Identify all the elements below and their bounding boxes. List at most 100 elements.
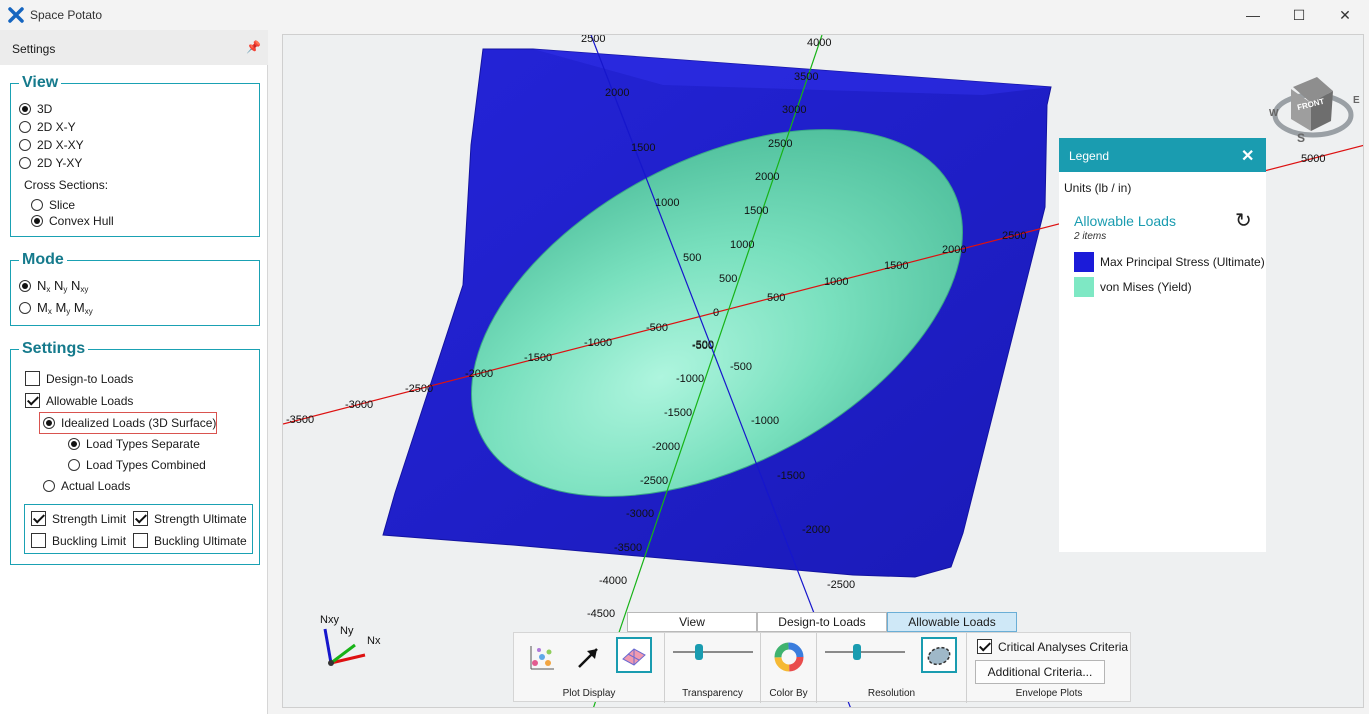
load-types-separate-radio[interactable]: Load Types Separate: [68, 437, 200, 451]
tab-allowable-loads[interactable]: Allowable Loads: [887, 612, 1017, 632]
radio-icon[interactable]: [19, 302, 31, 314]
legend-item[interactable]: von Mises (Yield): [1074, 277, 1192, 297]
design-to-loads-checkbox[interactable]: Design-to Loads: [25, 371, 133, 386]
transparency-slider-thumb[interactable]: [695, 644, 703, 660]
view-group: View 3D 2D X-Y 2D X-XY 2D Y-XY Cross Sec…: [10, 74, 260, 237]
view-option-2d-x-xy[interactable]: 2D X-XY: [19, 138, 84, 152]
radio-icon[interactable]: [43, 417, 55, 429]
cross-section-convex-hull[interactable]: Convex Hull: [31, 214, 114, 228]
view-option-label: 2D X-XY: [37, 138, 84, 152]
envelope-plots-label: Envelope Plots: [1015, 688, 1083, 699]
ny-tick-label: -4000: [599, 575, 628, 587]
checkbox-label: Allowable Loads: [46, 393, 134, 408]
view-option-3d[interactable]: 3D: [19, 102, 52, 116]
mode-option-label: Mx My Mxy: [37, 300, 93, 316]
vector-arrow-icon[interactable]: [570, 639, 606, 675]
transparency-label: Transparency: [682, 688, 743, 699]
toolbar-tabs: View Design-to Loads Allowable Loads: [627, 612, 1017, 632]
mode-option-label: Nx Ny Nxy: [37, 278, 89, 294]
settings-panel-header: Settings 📌: [0, 30, 268, 65]
nxy-tick-label: -2000: [802, 524, 831, 536]
view-option-2d-x-y[interactable]: 2D X-Y: [19, 120, 76, 134]
ny-tick-label: 3500: [794, 71, 819, 83]
ny-tick-label: 1000: [730, 239, 755, 251]
checkbox-label: Buckling Limit: [52, 533, 127, 548]
allowable-loads-checkbox[interactable]: Allowable Loads: [25, 393, 133, 408]
minimize-button[interactable]: —: [1230, 0, 1276, 30]
resolution-slider-thumb[interactable]: [853, 644, 861, 660]
view-cube-e-label: E: [1353, 95, 1360, 106]
envelope-shape-icon[interactable]: [921, 637, 957, 673]
nxy-tick-label: -1500: [777, 470, 806, 482]
idealized-loads-radio[interactable]: Idealized Loads (3D Surface): [43, 416, 216, 430]
nx-tick-label: 5000: [1301, 153, 1326, 165]
additional-criteria-button[interactable]: Additional Criteria...: [975, 660, 1105, 684]
legend-units: Units (lb / in): [1064, 181, 1132, 195]
radio-label: Load Types Separate: [86, 437, 200, 451]
ny-tick-label: -1000: [676, 373, 705, 385]
ny-tick-label: -1500: [664, 407, 693, 419]
buckling-ultimate-checkbox[interactable]: Buckling Ultimate: [133, 533, 247, 548]
legend-close-icon[interactable]: ✕: [1241, 146, 1254, 166]
nx-tick-label: 1500: [884, 260, 909, 272]
checkbox-label: Design-to Loads: [46, 371, 134, 386]
radio-icon[interactable]: [19, 103, 31, 115]
radio-icon[interactable]: [19, 139, 31, 151]
title-bar: Space Potato — ☐ ✕: [0, 0, 1369, 30]
view-group-title: View: [19, 74, 62, 92]
radio-icon[interactable]: [31, 199, 43, 211]
radio-icon[interactable]: [19, 280, 31, 292]
scatter-plot-icon[interactable]: [524, 639, 560, 675]
view-option-2d-y-xy[interactable]: 2D Y-XY: [19, 156, 82, 170]
pin-icon[interactable]: 📌: [246, 40, 261, 54]
tab-design-to-loads[interactable]: Design-to Loads: [757, 612, 887, 632]
plot-display-section: Plot Display: [514, 633, 665, 703]
color-wheel-icon[interactable]: [771, 639, 807, 675]
mode-option-m[interactable]: Mx My Mxy: [19, 300, 93, 316]
cross-section-label: Slice: [49, 198, 76, 212]
checkbox-label: Buckling Ultimate: [154, 533, 247, 548]
ny-tick-label: 2500: [768, 138, 793, 150]
checkbox-icon[interactable]: [133, 533, 148, 548]
radio-label: Actual Loads: [61, 479, 131, 493]
radio-icon[interactable]: [68, 438, 80, 450]
radio-icon[interactable]: [68, 459, 80, 471]
checkbox-icon[interactable]: [25, 371, 40, 386]
strength-limit-checkbox[interactable]: Strength Limit: [31, 511, 126, 526]
refresh-icon[interactable]: ↻: [1235, 208, 1252, 233]
legend-swatch: [1074, 277, 1094, 297]
view-option-label: 2D Y-XY: [37, 156, 83, 170]
checkbox-icon[interactable]: [31, 511, 46, 526]
color-by-label: Color By: [769, 688, 808, 699]
cross-section-slice[interactable]: Slice: [31, 198, 75, 212]
cross-sections-label: Cross Sections:: [24, 178, 109, 192]
checkbox-icon[interactable]: [25, 393, 40, 408]
settings-panel-title: Settings: [12, 42, 56, 56]
nxy-tick-label: -1000: [751, 415, 780, 427]
ny-tick-label: 3000: [782, 104, 807, 116]
checkbox-icon[interactable]: [133, 511, 148, 526]
tab-view[interactable]: View: [627, 612, 757, 632]
load-types-combined-radio[interactable]: Load Types Combined: [68, 458, 206, 472]
triad-z-label: Nxy: [320, 614, 339, 626]
mode-option-n[interactable]: Nx Ny Nxy: [19, 278, 88, 294]
close-window-button[interactable]: ✕: [1322, 0, 1368, 30]
radio-icon[interactable]: [19, 157, 31, 169]
maximize-button[interactable]: ☐: [1276, 0, 1322, 30]
checkbox-icon[interactable]: [31, 533, 46, 548]
actual-loads-radio[interactable]: Actual Loads: [43, 479, 130, 493]
transparency-slider[interactable]: [673, 651, 753, 653]
buckling-limit-checkbox[interactable]: Buckling Limit: [31, 533, 126, 548]
strength-ultimate-checkbox[interactable]: Strength Ultimate: [133, 511, 247, 526]
checkbox-label: Strength Limit: [52, 511, 127, 526]
legend-item[interactable]: Max Principal Stress (Ultimate): [1074, 252, 1265, 272]
checkbox-icon[interactable]: [977, 639, 992, 654]
radio-icon[interactable]: [43, 480, 55, 492]
nx-tick-label: 1000: [824, 276, 849, 288]
radio-icon[interactable]: [19, 121, 31, 133]
critical-analyses-checkbox[interactable]: Critical Analyses Criteria: [977, 639, 1128, 654]
resolution-slider[interactable]: [825, 651, 905, 653]
radio-icon[interactable]: [31, 215, 43, 227]
surface-plot-icon[interactable]: [616, 637, 652, 673]
legend-group-title: Allowable Loads: [1074, 213, 1176, 229]
